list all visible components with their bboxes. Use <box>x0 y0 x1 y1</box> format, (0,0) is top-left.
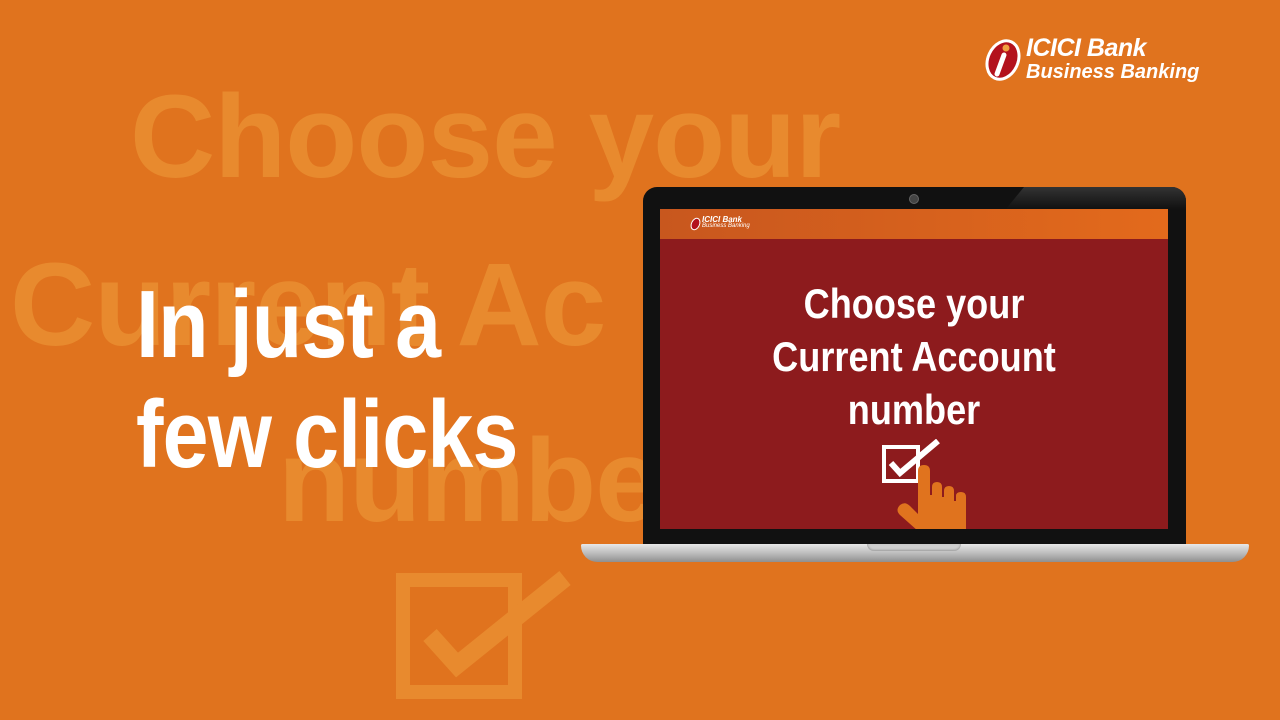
screen-header: ICICI Bank Business Banking <box>660 209 1168 239</box>
headline-line2: few clicks <box>136 381 518 488</box>
laptop-base <box>581 544 1249 562</box>
brand-logo: ICICI Bank Business Banking <box>982 34 1242 90</box>
headline-line1: In just a <box>136 271 441 378</box>
screen-title-line2: Current Account <box>772 333 1056 380</box>
laptop-screen: ICICI Bank Business Banking Choose your … <box>660 209 1168 529</box>
logo-icon <box>985 39 1021 81</box>
screen-logo: ICICI Bank Business Banking <box>690 215 770 233</box>
laptop-notch <box>867 544 961 551</box>
headline: In just a few clicks <box>136 270 518 490</box>
background-checkbox-icon <box>396 570 571 699</box>
background-text-line1: Choose your <box>130 71 841 203</box>
screen-title-line3: number <box>847 386 981 433</box>
brand-name: ICICI Bank <box>1026 34 1147 62</box>
screen-title-line1: Choose your <box>803 280 1025 327</box>
hand-pointer-icon <box>897 465 966 529</box>
screen-title: Choose your Current Account number <box>660 277 1168 436</box>
screen-logo-icon <box>690 217 701 231</box>
brand-subtitle: Business Banking <box>1026 61 1200 83</box>
screen-logo-subtitle: Business Banking <box>702 223 750 229</box>
camera-icon <box>909 194 919 204</box>
